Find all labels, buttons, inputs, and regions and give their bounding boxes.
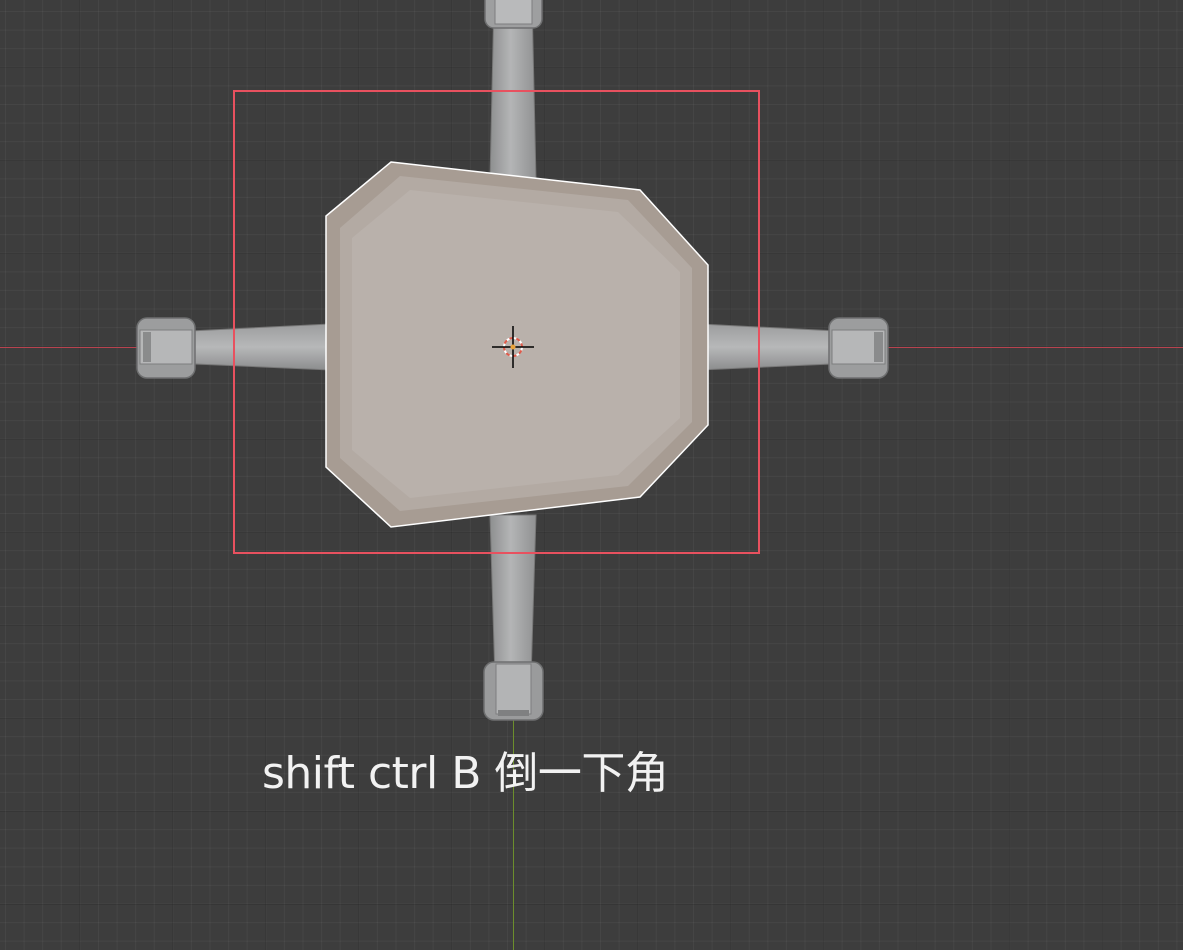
scene-canvas[interactable] (0, 0, 1183, 950)
seat-top-face (352, 190, 680, 498)
seat-cushion[interactable] (325, 161, 709, 528)
3d-viewport[interactable]: shift ctrl B 倒一下角 (0, 0, 1183, 950)
tutorial-caption: shift ctrl B 倒一下角 (262, 748, 669, 799)
